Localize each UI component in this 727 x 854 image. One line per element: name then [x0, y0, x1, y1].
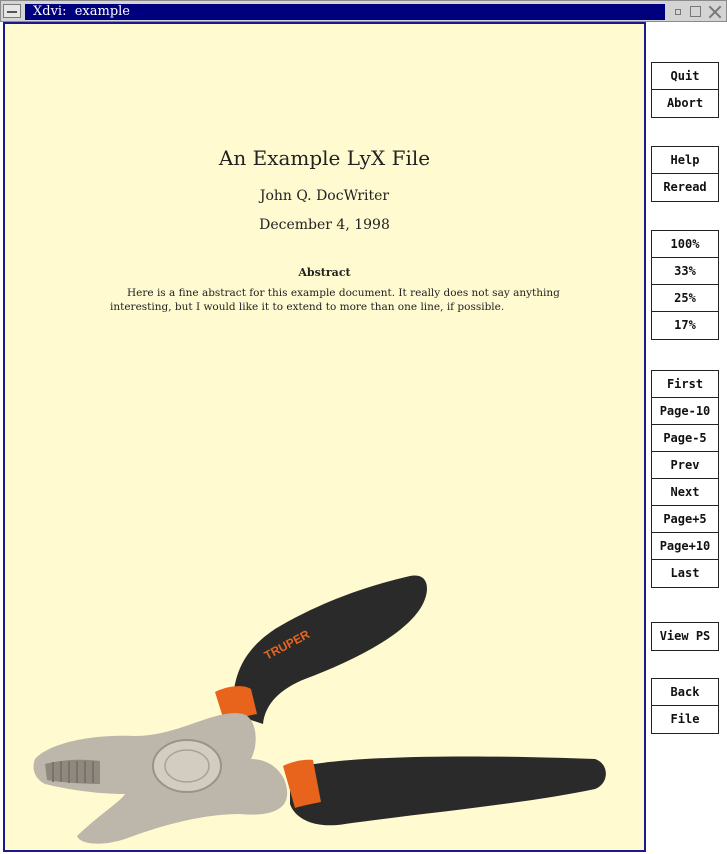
file-group: Back File: [651, 678, 719, 734]
page-viewer[interactable]: An Example LyX File John Q. DocWriter De…: [3, 22, 646, 852]
page-minus-10-button[interactable]: Page-10: [652, 398, 718, 425]
reread-button[interactable]: Reread: [652, 174, 718, 201]
zoom-17-button[interactable]: 17%: [652, 312, 718, 339]
page-plus-5-button[interactable]: Page+5: [652, 506, 718, 533]
page-plus-10-button[interactable]: Page+10: [652, 533, 718, 560]
close-icon[interactable]: [706, 5, 724, 18]
maximize-icon[interactable]: [688, 5, 702, 18]
view-ps-group: View PS: [651, 622, 719, 651]
zoom-33-button[interactable]: 33%: [652, 258, 718, 285]
window-menu-icon[interactable]: [3, 4, 21, 18]
title-bar: Xdvi: example: [0, 0, 727, 22]
quit-group: Quit Abort: [651, 62, 719, 118]
window-title: Xdvi: example: [33, 4, 130, 19]
navigation-group: First Page-10 Page-5 Prev Next Page+5 Pa…: [651, 370, 719, 588]
title-area[interactable]: Xdvi: example: [25, 4, 665, 20]
last-page-button[interactable]: Last: [652, 560, 718, 587]
zoom-group: 100% 33% 25% 17%: [651, 230, 719, 340]
quit-button[interactable]: Quit: [652, 63, 718, 90]
page-minus-5-button[interactable]: Page-5: [652, 425, 718, 452]
back-button[interactable]: Back: [652, 679, 718, 706]
view-ps-button[interactable]: View PS: [652, 623, 718, 650]
help-button[interactable]: Help: [652, 147, 718, 174]
pliers-image: TRUPER: [33, 575, 606, 844]
help-group: Help Reread: [651, 146, 719, 202]
control-panel: Quit Abort Help Reread 100% 33% 25% 17% …: [646, 22, 727, 854]
file-button[interactable]: File: [652, 706, 718, 733]
abort-button[interactable]: Abort: [652, 90, 718, 117]
minimize-icon[interactable]: [671, 5, 685, 18]
prev-page-button[interactable]: Prev: [652, 452, 718, 479]
zoom-100-button[interactable]: 100%: [652, 231, 718, 258]
zoom-25-button[interactable]: 25%: [652, 285, 718, 312]
next-page-button[interactable]: Next: [652, 479, 718, 506]
first-page-button[interactable]: First: [652, 371, 718, 398]
